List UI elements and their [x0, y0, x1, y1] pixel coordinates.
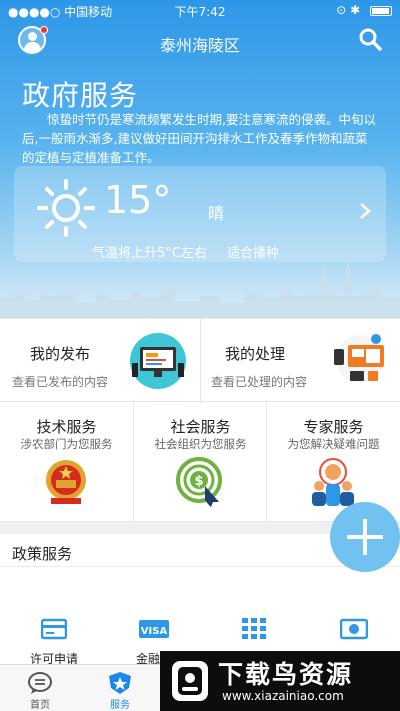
- bird-logo-icon: [172, 661, 208, 701]
- my-process-subtitle: 查看已处理的内容: [211, 375, 308, 389]
- expert-service-subtitle: 为您解决疑难问题: [287, 437, 380, 451]
- my-process-card[interactable]: 我的处理 查看已处理的内容: [200, 319, 400, 403]
- policy-section-title: 政策服务: [12, 545, 73, 563]
- hero-header: ●●●●○ 中国移动 下午7:42 ⊙ ✱ 泰州海陵区 政府服务 惊蛰时节仍是寒…: [0, 0, 400, 318]
- quick-item-money[interactable]: [304, 618, 400, 650]
- watermark-banner: 下载鸟资源 www.xiazainiao.com: [160, 651, 400, 711]
- sun-icon: [37, 179, 95, 237]
- devices-illustration-icon: [334, 334, 384, 383]
- grid-icon: [242, 618, 266, 639]
- farm-notice: 惊蛰时节仍是寒流频繁发生时期,要注意寒流的侵袭。中旬以后,一般雨水渐多,建议做好…: [22, 112, 376, 165]
- battery-icon: ⊙ ✱: [336, 3, 392, 17]
- nav-bar: 泰州海陵区: [0, 24, 400, 60]
- money-icon: [340, 618, 368, 640]
- tab-home[interactable]: 首页: [0, 665, 80, 711]
- monitor-illustration-icon: [130, 333, 186, 389]
- page-title: 政府服务: [22, 79, 139, 112]
- dollar-target-icon: $: [176, 457, 222, 507]
- watermark-url: www.xiazainiao.com: [222, 689, 344, 703]
- city-skyline-illustration: [0, 263, 400, 318]
- add-button[interactable]: [330, 502, 400, 572]
- chevron-right-icon[interactable]: [358, 202, 372, 220]
- social-service-title: 社会服务: [170, 418, 231, 436]
- my-publish-subtitle: 查看已发布的内容: [12, 375, 109, 389]
- message-icon: [28, 672, 52, 694]
- social-service-card[interactable]: 社会服务 社会组织为您服务 $: [133, 402, 266, 522]
- expert-people-icon: [312, 458, 354, 506]
- weather-condition: 晴: [208, 204, 225, 223]
- policy-divider: [0, 566, 400, 567]
- temperature: 15°: [104, 178, 172, 222]
- tab-service[interactable]: 服务: [80, 665, 160, 711]
- weather-card[interactable]: 15° 晴 气温将上升5°C左右 适合播种: [14, 166, 386, 262]
- tech-service-title: 技术服务: [36, 418, 97, 436]
- my-services-row: 我的发布 查看已发布的内容 我的处理 查看已处理的内容: [0, 318, 400, 403]
- tab-service-label: 服务: [110, 700, 130, 711]
- search-icon[interactable]: [358, 27, 382, 51]
- quick-item-grid[interactable]: [204, 618, 304, 650]
- quick-item-permit[interactable]: 许可申请: [4, 618, 104, 667]
- social-service-subtitle: 社会组织为您服务: [154, 437, 247, 451]
- service-categories-row: 技术服务 涉农部门为您服务 社会服务 社会组织为您服务 $ 专家服务 为您解决疑…: [0, 402, 400, 522]
- status-bar: ●●●●○ 中国移动 下午7:42 ⊙ ✱: [0, 0, 400, 20]
- my-process-title: 我的处理: [225, 345, 286, 363]
- my-publish-card[interactable]: 我的发布 查看已发布的内容: [0, 319, 200, 403]
- watermark-title: 下载鸟资源: [218, 660, 354, 689]
- expert-service-title: 专家服务: [303, 418, 364, 436]
- svg-text:$: $: [194, 474, 203, 489]
- visa-icon: VISA: [139, 620, 169, 638]
- my-publish-title: 我的发布: [30, 345, 91, 363]
- tech-service-card[interactable]: 技术服务 涉农部门为您服务: [0, 402, 133, 522]
- tab-home-label: 首页: [30, 700, 50, 711]
- national-emblem-icon: [46, 460, 86, 504]
- card-icon: [41, 618, 67, 640]
- tech-service-subtitle: 涉农部门为您服务: [20, 437, 113, 451]
- star-badge-icon: [109, 672, 131, 694]
- svg-text:VISA: VISA: [141, 626, 168, 637]
- nav-title: 泰州海陵区: [159, 36, 240, 55]
